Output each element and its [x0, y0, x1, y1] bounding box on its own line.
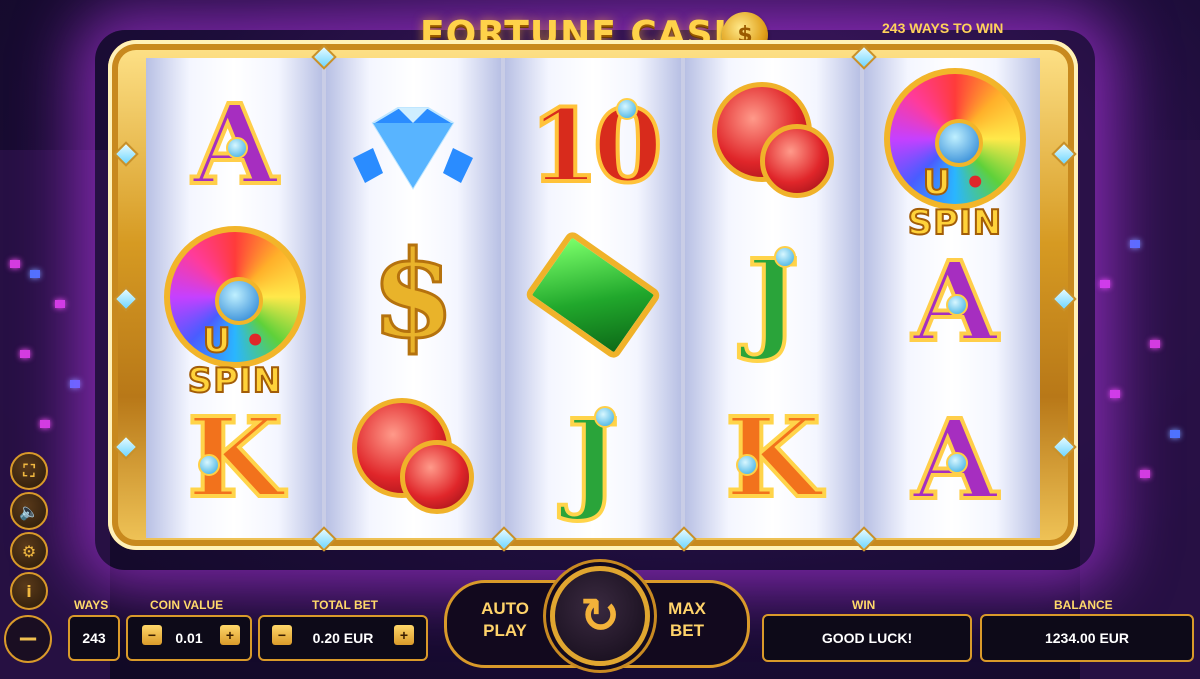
symbol-ruby — [338, 390, 488, 530]
total-bet-increase-button[interactable]: + — [394, 625, 414, 645]
minus-icon: − — [17, 624, 39, 654]
gem-dot-icon — [226, 137, 248, 159]
symbol-j: J — [565, 395, 621, 524]
win-display: GOOD LUCK! — [762, 614, 972, 662]
win-label: WIN — [852, 598, 876, 612]
ways-banner: 243 WAYS TO WIN — [882, 20, 1004, 36]
balance-label: BALANCE — [1054, 598, 1113, 612]
symbol-uspin: U • SPIN — [880, 68, 1030, 244]
symbol-a: A — [160, 75, 310, 215]
max-bet-button[interactable]: MAX BET — [652, 598, 722, 642]
emerald-icon — [523, 229, 663, 361]
symbol-emerald — [518, 225, 668, 365]
gem-dot-icon — [198, 454, 220, 476]
gear-icon: ⚙ — [21, 541, 37, 561]
gem-dot-icon — [594, 406, 616, 428]
fullscreen-button[interactable]: ⛶ — [10, 452, 48, 490]
ruby-icon — [760, 124, 834, 198]
total-bet-decrease-button[interactable]: − — [272, 625, 292, 645]
gem-dot-icon — [946, 452, 968, 474]
gem-dot-icon — [736, 454, 758, 476]
symbol-a: A — [880, 390, 1030, 530]
spin-arrow-icon: ↻ — [579, 588, 621, 644]
coin-value-label: COIN VALUE — [150, 598, 224, 612]
info-button[interactable]: i — [10, 572, 48, 610]
blue-diamond-icon — [353, 107, 473, 190]
spin-button[interactable]: ↻ — [550, 566, 650, 666]
ruby-icon — [400, 440, 474, 514]
symbol-j: J — [745, 235, 801, 364]
symbol-dollar: $ — [370, 224, 456, 365]
menu-minus-button[interactable]: − — [4, 615, 52, 663]
gem-dot-icon — [946, 294, 968, 316]
coin-value-field: 0.01 − + — [126, 615, 252, 661]
symbol-k: K — [723, 393, 823, 522]
fullscreen-icon: ⛶ — [23, 461, 35, 480]
gem-dot-icon — [774, 246, 796, 268]
symbol-blue-diamond — [338, 78, 488, 218]
coin-value-decrease-button[interactable]: − — [142, 625, 162, 645]
symbol-a: A — [880, 232, 1030, 372]
info-icon: i — [26, 581, 32, 601]
settings-button[interactable]: ⚙ — [10, 532, 48, 570]
ways-value: 243 — [68, 615, 120, 661]
speaker-icon: 🔈 — [19, 501, 39, 521]
total-bet-label: TOTAL BET — [312, 598, 378, 612]
total-bet-field: 0.20 EUR − + — [258, 615, 428, 661]
auto-play-button[interactable]: AUTO PLAY — [470, 598, 540, 642]
symbol-k: K — [185, 393, 285, 522]
balance-display: 1234.00 EUR — [980, 614, 1194, 662]
coin-value-increase-button[interactable]: + — [220, 625, 240, 645]
symbol-10: 10 — [527, 87, 664, 205]
gem-dot-icon — [616, 98, 638, 120]
ways-label: WAYS — [74, 598, 109, 612]
symbol-uspin: U • SPIN — [160, 226, 310, 402]
symbol-ruby — [698, 76, 848, 216]
sound-button[interactable]: 🔈 — [10, 492, 48, 530]
